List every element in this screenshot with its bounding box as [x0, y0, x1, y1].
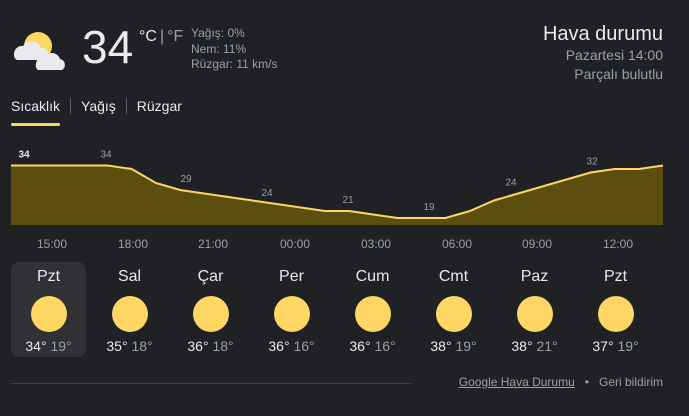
point-label: 24: [261, 188, 273, 199]
tick-label: 21:00: [198, 237, 228, 251]
point-label: 34: [100, 150, 112, 161]
point-label: 24: [505, 178, 517, 189]
high-temperature: 38°: [511, 338, 533, 354]
sunny-icon: [273, 296, 310, 332]
low-temperature: 18°: [212, 338, 234, 354]
day-temperatures: 36° 18°: [173, 338, 248, 354]
day-card[interactable]: Per 36° 16°: [254, 262, 329, 357]
celsius-unit[interactable]: °C: [139, 28, 157, 45]
day-name: Cum: [355, 268, 390, 285]
day-card[interactable]: Paz 38° 21°: [497, 262, 572, 357]
sunny-icon: [354, 296, 391, 332]
day-temperatures: 36° 16°: [254, 338, 329, 354]
fahrenheit-unit[interactable]: °F: [167, 28, 183, 45]
tab-bar: Sıcaklık Yağış Rüzgar: [11, 98, 190, 126]
chart-area: [11, 165, 663, 225]
tick-label: 00:00: [280, 237, 310, 251]
partly-cloudy-icon: [10, 28, 72, 72]
unit-toggle: °C | °F: [139, 28, 184, 45]
condition-text: Parçalı bulutlu: [574, 66, 663, 82]
feedback-link[interactable]: Geri bildirim: [599, 375, 663, 389]
tick-label: 12:00: [603, 237, 633, 251]
point-label: 34: [18, 150, 30, 161]
day-temperatures: 35° 18°: [92, 338, 167, 354]
current-temperature: 34: [82, 21, 134, 73]
day-temperatures: 37° 19°: [578, 338, 653, 354]
low-temperature: 16°: [293, 338, 315, 354]
point-label: 29: [180, 174, 192, 185]
wind-text: Rüzgar: 11 km/s: [191, 57, 278, 71]
page-title: Hava durumu: [542, 23, 663, 45]
low-temperature: 21°: [536, 338, 558, 354]
footer-separator: •: [584, 375, 589, 389]
humidity-text: Nem: 11%: [191, 41, 247, 56]
low-temperature: 19°: [617, 338, 639, 354]
tab-wind[interactable]: Rüzgar: [137, 98, 182, 126]
tab-divider: [70, 98, 72, 114]
low-temperature: 19°: [455, 338, 477, 354]
precipitation-text: Yağış: 0%: [191, 26, 245, 40]
tick-label: 03:00: [361, 237, 391, 251]
low-temperature: 19°: [50, 338, 72, 354]
day-name: Pzt: [603, 268, 628, 285]
tab-temperature[interactable]: Sıcaklık: [11, 98, 61, 126]
tab-precipitation[interactable]: Yağış: [81, 98, 116, 126]
footer: Google Hava Durumu • Geri bildirim: [459, 375, 663, 389]
high-temperature: 36°: [268, 338, 290, 354]
day-name: Çar: [197, 268, 224, 285]
tick-label: 18:00: [118, 237, 148, 251]
day-temperatures: 36° 16°: [335, 338, 410, 354]
day-name: Sal: [117, 268, 142, 285]
day-card[interactable]: Pzt 37° 19°: [578, 262, 653, 357]
sunny-icon: [516, 296, 553, 332]
day-card[interactable]: Pzt 34° 19°: [11, 262, 86, 357]
high-temperature: 36°: [349, 338, 371, 354]
high-temperature: 34°: [25, 338, 47, 354]
day-card[interactable]: Cum 36° 16°: [335, 262, 410, 357]
daily-forecast: Pzt 34° 19° Sal 35° 18° Çar 36° 18° Per 36° 16°…: [11, 262, 659, 357]
day-temperatures: 38° 19°: [416, 338, 491, 354]
day-temperatures: 34° 19°: [11, 338, 86, 354]
sunny-icon: [111, 296, 148, 332]
day-name: Pzt: [36, 268, 61, 285]
day-temperatures: 38° 21°: [497, 338, 572, 354]
weather-header: Hava durumu Pazartesi 14:00 Parçalı bulu…: [543, 22, 663, 84]
high-temperature: 35°: [106, 338, 128, 354]
tick-label: 09:00: [522, 237, 552, 251]
datetime-text: Pazartesi 14:00: [565, 47, 663, 63]
point-label: 19: [423, 202, 435, 213]
day-card[interactable]: Cmt 38° 19°: [416, 262, 491, 357]
sunny-icon: [192, 296, 229, 332]
temperature-chart[interactable]: 34 34 29 24 21 19 24 32 15:00 18:00 21:00 00:00 03:0…: [0, 145, 689, 255]
sunny-icon: [597, 296, 634, 332]
high-temperature: 36°: [187, 338, 209, 354]
day-name: Cmt: [438, 268, 469, 285]
point-label: 32: [586, 157, 598, 168]
tick-label: 15:00: [37, 237, 67, 251]
high-temperature: 37°: [592, 338, 614, 354]
low-temperature: 18°: [131, 338, 153, 354]
tick-label: 06:00: [442, 237, 472, 251]
day-card[interactable]: Çar 36° 18°: [173, 262, 248, 357]
footer-divider: [11, 383, 411, 384]
sunny-icon: [435, 296, 472, 332]
source-link[interactable]: Google Hava Durumu: [459, 375, 575, 389]
day-card[interactable]: Sal 35° 18°: [92, 262, 167, 357]
point-label: 21: [342, 195, 354, 206]
high-temperature: 38°: [430, 338, 452, 354]
day-name: Paz: [520, 268, 549, 285]
tab-divider: [125, 98, 127, 114]
day-name: Per: [279, 268, 304, 285]
low-temperature: 16°: [374, 338, 396, 354]
weather-details: Yağış: 0% Nem: 11% Rüzgar: 11 km/s: [191, 26, 277, 73]
sunny-icon: [30, 296, 67, 332]
